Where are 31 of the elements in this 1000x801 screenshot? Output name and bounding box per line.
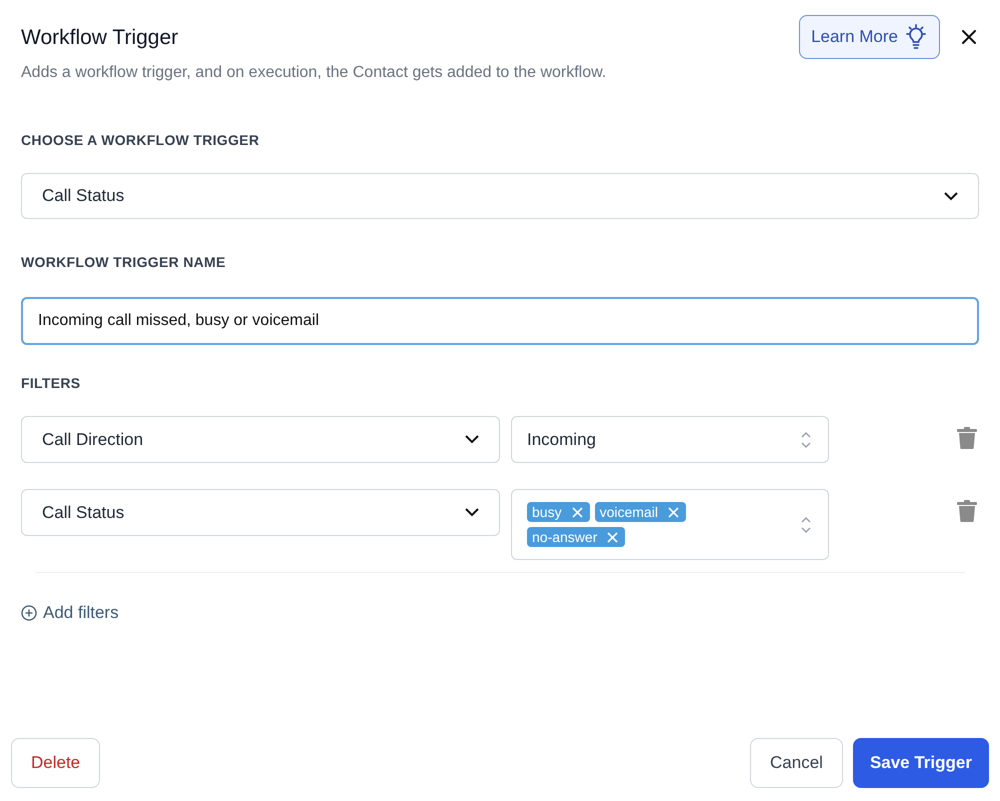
cancel-button[interactable]: Cancel: [750, 738, 843, 788]
trigger-name-field[interactable]: Incoming call missed, busy or voicemail: [21, 297, 979, 345]
section-label: CHOOSE A WORKFLOW TRIGGER: [21, 131, 260, 150]
dialog-title: Workflow Trigger: [21, 25, 180, 51]
trash-icon[interactable]: [957, 427, 977, 449]
chevron-down-icon: [465, 435, 479, 444]
lightbulb-icon: [904, 24, 928, 50]
save-trigger-button[interactable]: Save Trigger: [852, 738, 989, 788]
filter-field-select[interactable]: Call Direction: [21, 416, 500, 463]
remove-icon[interactable]: [607, 532, 618, 542]
chevron-down-icon: [465, 508, 479, 517]
add-filters-button[interactable]: Add filters: [21, 600, 119, 626]
close-icon[interactable]: [962, 30, 976, 44]
filter-field-select[interactable]: Call Status: [21, 489, 500, 536]
tag-chip: voicemail: [594, 502, 686, 522]
trigger-select[interactable]: Call Status: [21, 173, 979, 219]
up-down-icon: [800, 430, 812, 450]
delete-button[interactable]: Delete: [11, 738, 100, 788]
remove-icon[interactable]: [668, 506, 679, 518]
up-down-icon: [800, 514, 812, 534]
section-label: FILTERS: [21, 374, 82, 393]
tag-chip: no-answer: [527, 527, 626, 547]
tag-chip: busy: [527, 502, 590, 522]
chevron-down-icon: [944, 192, 958, 200]
dialog-subtitle: Adds a workflow trigger, and on execution, the Contact gets added to the workflow.: [21, 63, 606, 83]
section-label: WORKFLOW TRIGGER NAME: [21, 253, 227, 272]
trash-icon[interactable]: [957, 500, 977, 522]
remove-icon[interactable]: [572, 506, 583, 518]
plus-circle-icon: [21, 604, 37, 621]
learn-more-button[interactable]: Learn More: [799, 15, 940, 59]
filter-value-select[interactable]: Incoming: [511, 416, 829, 463]
